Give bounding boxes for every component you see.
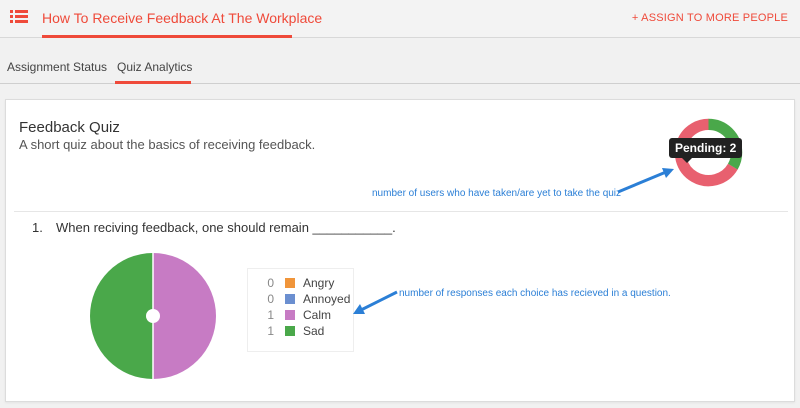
choice-count: 1 (267, 324, 274, 338)
swatch-calm (285, 310, 295, 320)
choice-label: Sad (303, 324, 325, 338)
tab-bar: Assignment Status Quiz Analytics (0, 52, 800, 84)
list-menu-icon[interactable] (10, 10, 28, 24)
pie-slice-sad[interactable] (90, 253, 153, 379)
question-number: 1. (32, 220, 43, 235)
tab-assignment-status[interactable]: Assignment Status (7, 52, 107, 83)
swatch-angry (285, 278, 295, 288)
legend-item-calm[interactable]: 1 Calm (248, 307, 353, 323)
section-divider (14, 211, 788, 212)
legend-item-sad[interactable]: 1 Sad (248, 323, 353, 339)
choice-label: Calm (303, 308, 332, 322)
question-text: 1. When reciving feedback, one should rem… (32, 220, 396, 235)
quiz-description: A short quiz about the basics of receivi… (19, 137, 316, 152)
legend-item-annoyed[interactable]: 0 Annoyed (248, 291, 353, 307)
status-annotation: number of users who have taken/are yet t… (372, 188, 622, 199)
quiz-analytics-card: Feedback Quiz A short quiz about the bas… (5, 99, 795, 402)
status-arrow-icon (617, 168, 674, 194)
choice-count: 0 (267, 292, 274, 306)
tab-quiz-analytics[interactable]: Quiz Analytics (117, 52, 192, 83)
active-tab-indicator (115, 81, 191, 84)
course-title: How To Receive Feedback At The Workplace (42, 10, 323, 26)
responses-pie-chart[interactable] (88, 251, 218, 381)
pie-center-hole (146, 309, 160, 323)
choices-legend: 0 Angry 0 Annoyed 1 Calm 1 Sad (247, 268, 354, 352)
choice-label: Annoyed (303, 292, 351, 306)
choice-count: 0 (267, 276, 274, 290)
swatch-annoyed (285, 294, 295, 304)
choice-count: 1 (267, 308, 274, 322)
pie-slice-calm[interactable] (153, 253, 216, 379)
swatch-sad (285, 326, 295, 336)
question-label: When reciving feedback, one should remai… (56, 220, 396, 235)
responses-arrow-icon (353, 290, 398, 314)
legend-item-angry[interactable]: 0 Angry (248, 275, 353, 291)
assign-more-people-link[interactable]: + ASSIGN TO MORE PEOPLE (632, 0, 788, 36)
responses-annotation: number of responses each choice has reci… (399, 288, 671, 299)
title-underline (42, 35, 292, 38)
pending-tooltip: Pending: 2 (669, 138, 743, 163)
choice-label: Angry (303, 276, 335, 290)
top-bar: How To Receive Feedback At The Workplace… (0, 0, 800, 38)
quiz-title: Feedback Quiz (19, 119, 120, 136)
